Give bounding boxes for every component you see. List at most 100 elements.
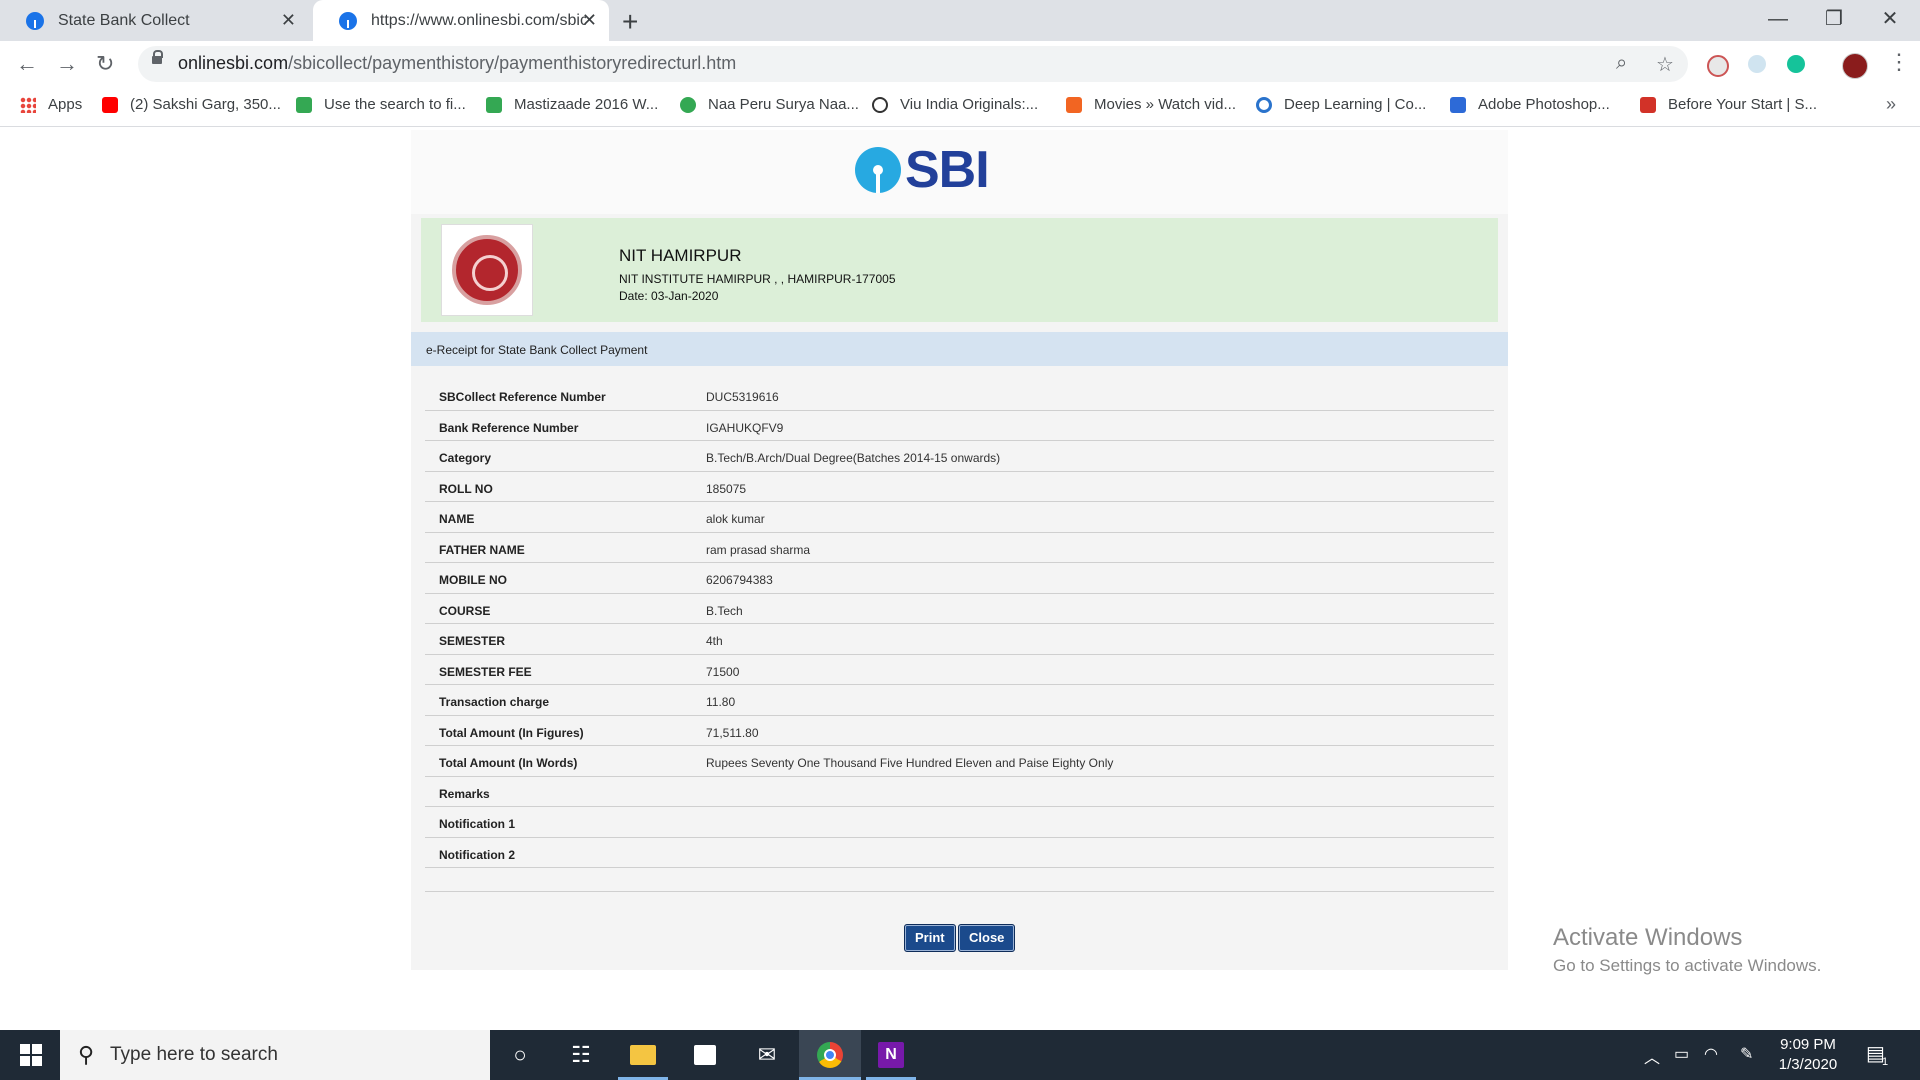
pen-icon[interactable]: ✎: [1740, 1044, 1753, 1064]
detail-label: SEMESTER FEE: [439, 664, 532, 679]
system-clock[interactable]: 9:09 PM 1/3/2020: [1768, 1035, 1848, 1075]
detail-label: NAME: [439, 512, 475, 526]
browser-menu-icon[interactable]: ⋮: [1888, 49, 1910, 75]
apps-grid-icon: [20, 96, 36, 113]
store-icon[interactable]: [690, 1040, 720, 1070]
play-icon: [680, 96, 696, 113]
detail-row: FATHER NAME ram prasad sharma: [425, 533, 1494, 563]
detail-row: Total Amount (In Figures) 71,511.80: [425, 716, 1494, 746]
sbi-logo: SBI: [855, 144, 990, 196]
minimize-button[interactable]: —: [1750, 0, 1806, 41]
sbi-favicon-icon: [339, 11, 357, 30]
zoom-icon[interactable]: ⌕: [1616, 52, 1627, 75]
form-icon: [296, 96, 312, 113]
detail-row: Category B.Tech/B.Arch/Dual Degree(Batche…: [425, 441, 1494, 472]
bookmark-item[interactable]: Use the search to fi...: [296, 96, 466, 113]
chrome-taskbar-button[interactable]: [799, 1030, 861, 1080]
restore-button[interactable]: ❐: [1806, 0, 1862, 41]
bookmark-item[interactable]: (2) Sakshi Garg, 350...: [102, 96, 281, 113]
detail-label: Remarks: [439, 786, 490, 801]
extension-icon[interactable]: [1707, 55, 1729, 77]
receipt-date: Date: 03-Jan-2020: [619, 289, 719, 303]
detail-label: Total Amount (In Figures): [439, 725, 584, 740]
mail-icon[interactable]: ✉: [752, 1040, 782, 1070]
reload-icon[interactable]: ↻: [96, 51, 114, 77]
bookmark-item[interactable]: Before Your Start | S...: [1640, 96, 1817, 113]
divider: [425, 891, 1494, 892]
bookmark-item[interactable]: Viu India Originals:...: [872, 96, 1038, 113]
detail-value: ram prasad sharma: [706, 542, 811, 557]
activate-windows-watermark: Activate Windows Go to Settings to activ…: [1553, 924, 1821, 976]
watermark-title: Activate Windows: [1553, 924, 1743, 951]
new-tab-button[interactable]: +: [622, 6, 638, 38]
detail-label: COURSE: [439, 603, 491, 618]
detail-value: B.Tech/B.Arch/Dual Degree(Batches 2014-1…: [706, 451, 1001, 465]
bookmark-apps[interactable]: Apps: [20, 96, 82, 113]
detail-row: NAME alok kumar: [425, 502, 1494, 533]
taskbar-search-box[interactable]: ⚲ Type here to search: [60, 1030, 490, 1080]
detail-row: Bank Reference Number IGAHUKQFV9: [425, 411, 1494, 441]
bookmark-item[interactable]: Adobe Photoshop...: [1450, 96, 1610, 113]
institution-panel: NIT HAMIRPUR NIT INSTITUTE HAMIRPUR , , …: [421, 218, 1498, 322]
viu-icon: [872, 96, 888, 113]
more-bookmarks-icon[interactable]: »: [1886, 94, 1896, 115]
bookmark-item[interactable]: Naa Peru Surya Naa...: [680, 96, 859, 113]
bookmark-star-icon[interactable]: ☆: [1656, 52, 1674, 77]
tab-state-bank-collect[interactable]: State Bank Collect ✕: [0, 0, 308, 41]
detail-label: FATHER NAME: [439, 542, 525, 557]
task-view-icon[interactable]: ☷: [566, 1040, 596, 1070]
search-placeholder: Type here to search: [110, 1044, 278, 1065]
onenote-icon[interactable]: N: [876, 1040, 906, 1070]
wifi-icon[interactable]: ◠: [1704, 1044, 1718, 1064]
institution-name: NIT HAMIRPUR: [619, 246, 742, 265]
battery-icon[interactable]: ▭: [1674, 1044, 1689, 1064]
bookmark-item[interactable]: Deep Learning | Co...: [1256, 96, 1426, 113]
detail-value: IGAHUKQFV9: [706, 420, 784, 435]
print-button[interactable]: Print: [904, 924, 956, 952]
nit-seal-icon: [452, 235, 522, 305]
detail-label: ROLL NO: [439, 481, 493, 496]
detail-value: 71,511.80: [706, 725, 759, 740]
lock-icon: [152, 50, 163, 64]
movies-icon: [1066, 96, 1082, 113]
extension-icon[interactable]: [1748, 55, 1766, 73]
close-window-button[interactable]: ✕: [1862, 0, 1918, 41]
detail-label: Transaction charge: [439, 695, 550, 709]
receipt-title: e-Receipt for State Bank Collect Payment: [426, 343, 648, 357]
clock-time: 9:09 PM: [1780, 1036, 1836, 1053]
close-button[interactable]: Close: [958, 924, 1016, 952]
detail-label: Total Amount (In Words): [439, 756, 578, 770]
detail-row: ROLL NO 185075: [425, 472, 1494, 502]
windows-start-icon[interactable]: [20, 1044, 42, 1066]
bookmark-item[interactable]: Mastizaade 2016 W...: [486, 96, 658, 113]
detail-value: alok kumar: [706, 512, 765, 526]
receipt-header: e-Receipt for State Bank Collect Payment: [411, 332, 1508, 366]
photoshop-icon: [1450, 96, 1466, 113]
grammarly-icon[interactable]: [1787, 55, 1805, 73]
profile-avatar[interactable]: [1842, 53, 1868, 79]
show-hidden-icons[interactable]: ︿: [1644, 1044, 1660, 1068]
youtube-icon: [102, 96, 118, 113]
cortana-icon[interactable]: ○: [505, 1040, 535, 1070]
detail-label: Category: [439, 451, 492, 465]
tab-payment-history[interactable]: https://www.onlinesbi.com/sbicollect/pay…: [313, 0, 609, 41]
detail-value: 6206794383: [706, 573, 773, 587]
detail-row: COURSE B.Tech: [425, 594, 1494, 624]
detail-row: SEMESTER FEE 71500: [425, 655, 1494, 685]
file-explorer-icon[interactable]: [628, 1040, 658, 1070]
forward-arrow-icon[interactable]: →: [56, 51, 78, 77]
institution-address: NIT INSTITUTE HAMIRPUR , , HAMIRPUR-1770…: [619, 272, 896, 286]
url-text[interactable]: onlinesbi.com/sbicollect/paymenthistory/…: [178, 53, 736, 74]
close-tab-icon[interactable]: ✕: [281, 10, 296, 31]
tab-title: https://www.onlinesbi.com/sbicollect/pay…: [371, 11, 586, 29]
detail-row: MOBILE NO 6206794383: [425, 563, 1494, 594]
back-arrow-icon[interactable]: ←: [16, 51, 38, 77]
edx-icon: [1640, 96, 1656, 113]
form-icon: [486, 96, 502, 113]
tab-title: State Bank Collect: [58, 11, 190, 29]
coursera-icon: [1256, 96, 1272, 113]
address-bar[interactable]: onlinesbi.com/sbicollect/paymenthistory/…: [138, 46, 1688, 82]
close-tab-icon[interactable]: ✕: [582, 10, 597, 31]
bookmark-item[interactable]: Movies » Watch vid...: [1066, 96, 1236, 113]
notification-count: 1: [1882, 1056, 1889, 1068]
